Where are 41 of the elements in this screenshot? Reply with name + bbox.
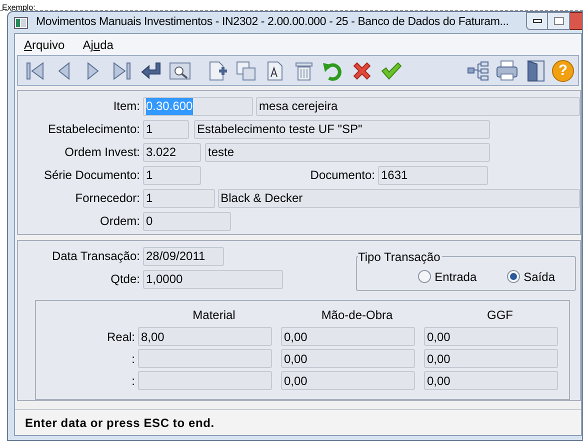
page-caption: Exemplo: (1, 3, 36, 13)
input-field[interactable]: 0,00 (424, 371, 558, 390)
input-field[interactable]: 3.022 (143, 142, 201, 162)
status-message: Enter data or press ESC to end. (25, 414, 214, 432)
field-label: Documento: (309, 167, 376, 184)
column-header: GGF (486, 307, 514, 324)
input-field[interactable]: 28/09/2011 (143, 246, 224, 266)
input-field[interactable]: 1,0000 (143, 270, 283, 288)
field-label: Fornecedor: (74, 190, 141, 207)
field-label: : (130, 372, 136, 390)
description-field: mesa cerejeira (256, 96, 580, 116)
description-field: teste (205, 142, 490, 162)
input-field[interactable]: 0,00 (424, 327, 558, 346)
input-field[interactable]: 1631 (378, 166, 488, 184)
window-title: Movimentos Manuais Investimentos - IN2302 - 2.00.00.000 - 25 - Banco de Dados do Faturam... (36, 14, 509, 30)
field-label: Ordem Invest: (64, 144, 141, 161)
field-label: Data Transação: (50, 248, 141, 265)
radio-option[interactable]: Entrada (418, 268, 477, 286)
field-label: Ordem: (98, 213, 141, 230)
field-label: Estabelecimento: (46, 121, 141, 138)
input-field[interactable]: 0,00 (424, 349, 558, 368)
input-field[interactable]: 8,00 (138, 327, 272, 346)
field-label: Real: (106, 328, 136, 346)
column-header: Mão-de-Obra (320, 307, 394, 324)
field-label: Qtde: (110, 271, 141, 288)
input-field[interactable]: 1 (143, 188, 215, 208)
description-field: Black & Decker (218, 188, 580, 208)
menu-item[interactable]: Ajuda (82, 38, 114, 50)
input-field[interactable]: 0,00 (281, 349, 415, 368)
input-field[interactable]: 0,00 (281, 371, 415, 390)
menu-item[interactable]: Arquivo (24, 38, 65, 50)
column-header: Material (192, 307, 236, 324)
field-label: : (130, 350, 136, 368)
description-field: Estabelecimento teste UF "SP" (194, 120, 490, 138)
field-label: Item: (112, 98, 141, 115)
input-field[interactable]: 1 (143, 120, 189, 138)
input-field[interactable]: 0 (143, 212, 231, 230)
input-field[interactable]: 1 (143, 166, 201, 184)
field-label: Série Documento: (42, 167, 141, 184)
radio-option[interactable]: Saída (506, 268, 555, 286)
input-field[interactable]: 0,00 (281, 327, 415, 346)
